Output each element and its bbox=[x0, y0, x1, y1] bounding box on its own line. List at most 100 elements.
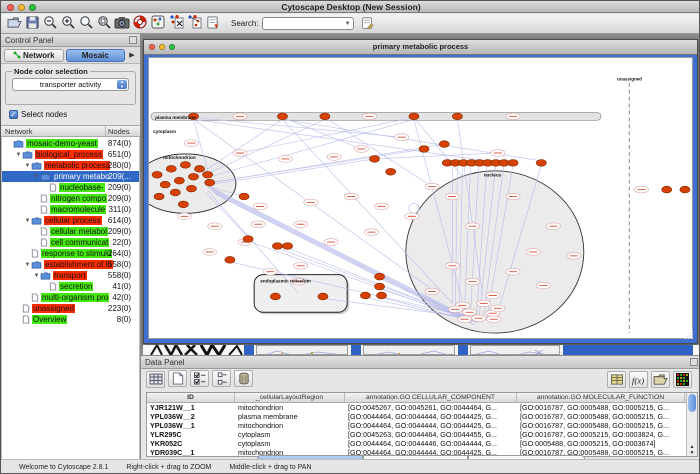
tree-row-nitrogen-compo[interactable]: nitrogen compo209(0) bbox=[2, 193, 139, 204]
unselected-node[interactable] bbox=[253, 203, 267, 210]
selected-node[interactable] bbox=[272, 243, 282, 250]
unselected-node[interactable] bbox=[177, 213, 191, 220]
selected-node[interactable] bbox=[452, 113, 462, 120]
network-graph[interactable]: plasma membranecytoplasmmitochondrionnuc… bbox=[149, 58, 692, 338]
tree-row-primary-metabo[interactable]: ▼primary metabo209(... bbox=[2, 171, 139, 182]
selected-node[interactable] bbox=[320, 113, 330, 120]
unselected-node[interactable] bbox=[294, 221, 308, 228]
search-input[interactable]: ▼ bbox=[262, 17, 354, 30]
selected-node[interactable] bbox=[180, 161, 190, 168]
selected-node[interactable] bbox=[282, 243, 292, 250]
unselected-node[interactable] bbox=[506, 193, 520, 200]
matrix-icon[interactable] bbox=[607, 371, 626, 388]
selected-node[interactable] bbox=[369, 156, 379, 163]
unselected-node[interactable] bbox=[477, 300, 491, 307]
table-row[interactable]: YKR052Ccytoplasm[GO:0044464, GO:0044446,… bbox=[147, 439, 686, 448]
unselected-node[interactable] bbox=[251, 221, 265, 228]
help-icon[interactable] bbox=[131, 14, 149, 30]
tree-row-metabolic-process[interactable]: ▼metabolic process280(0) bbox=[2, 160, 139, 171]
zoom-in-icon[interactable] bbox=[59, 14, 77, 30]
selected-node[interactable] bbox=[374, 273, 384, 280]
vizmapper-icon[interactable] bbox=[149, 14, 167, 30]
selected-node[interactable] bbox=[499, 160, 509, 167]
unselected-node[interactable] bbox=[184, 140, 198, 147]
zoom-selected-icon[interactable] bbox=[95, 14, 113, 30]
unselected-node[interactable] bbox=[344, 193, 358, 200]
unselected-node[interactable] bbox=[506, 113, 520, 120]
unselected-node[interactable] bbox=[465, 223, 479, 230]
edge[interactable] bbox=[202, 119, 283, 172]
network-view-titlebar[interactable]: primary metabolic process bbox=[144, 40, 697, 55]
save-icon[interactable] bbox=[23, 14, 41, 30]
selected-node[interactable] bbox=[160, 181, 170, 188]
column-header-1[interactable]: _cellularLayoutRegion bbox=[235, 393, 345, 402]
unselected-node[interactable] bbox=[294, 262, 308, 269]
float-panel-icon[interactable] bbox=[129, 36, 137, 44]
nodes-column-header[interactable]: Nodes bbox=[106, 126, 140, 136]
selected-node[interactable] bbox=[508, 160, 518, 167]
edge[interactable] bbox=[206, 119, 325, 174]
tree-row-nucleobase-[interactable]: nucleobase-209(0) bbox=[2, 182, 139, 193]
column-header-3[interactable]: annotation.GO MOLECULAR_FUNCTION bbox=[517, 393, 685, 402]
unselected-node[interactable] bbox=[491, 305, 505, 312]
selected-node[interactable] bbox=[386, 168, 396, 175]
column-header-0[interactable]: ID bbox=[147, 393, 235, 402]
table-row[interactable]: YJR121W__1mitochondrion[GO:0045267, GO:0… bbox=[147, 403, 686, 412]
selected-node[interactable] bbox=[662, 186, 672, 193]
selected-node[interactable] bbox=[419, 146, 429, 153]
tree-row-unassigned[interactable]: unassigned223(0) bbox=[2, 303, 139, 314]
search-config-icon[interactable] bbox=[359, 16, 377, 32]
tree-row-secretion[interactable]: secretion41(0) bbox=[2, 281, 139, 292]
unselected-node[interactable] bbox=[263, 268, 277, 275]
new-attribute-icon[interactable] bbox=[168, 370, 187, 387]
node-color-dropdown[interactable]: transporter activity ▲▼ bbox=[12, 78, 129, 91]
filter-icon[interactable] bbox=[203, 14, 221, 30]
selected-node[interactable] bbox=[409, 113, 419, 120]
tree-row-transport[interactable]: ▼transport558(0) bbox=[2, 270, 139, 281]
unselected-node[interactable] bbox=[486, 292, 500, 299]
unselected-node[interactable] bbox=[233, 150, 247, 157]
unselected-node[interactable] bbox=[634, 186, 648, 193]
attribute-table-icon[interactable] bbox=[146, 371, 165, 388]
tab-overflow-icon[interactable]: ▶ bbox=[127, 51, 137, 59]
selected-node[interactable] bbox=[439, 141, 449, 148]
select-attributes-icon[interactable] bbox=[190, 370, 209, 387]
selected-node[interactable] bbox=[243, 236, 253, 243]
unselected-node[interactable] bbox=[462, 309, 476, 316]
selected-node[interactable] bbox=[377, 292, 387, 299]
expand-icon[interactable]: ▼ bbox=[24, 218, 31, 224]
selected-node[interactable] bbox=[374, 283, 384, 290]
window-titlebar[interactable]: Cytoscape Desktop (New Session) bbox=[1, 1, 700, 13]
delete-attribute-icon[interactable] bbox=[234, 370, 253, 387]
unselected-node[interactable] bbox=[374, 203, 388, 210]
unselected-node[interactable] bbox=[405, 213, 419, 220]
tree-row-macromolecule[interactable]: macromolecule311(0) bbox=[2, 204, 139, 215]
network-view-window[interactable]: primary metabolic process plasma membran… bbox=[143, 39, 698, 344]
expand-icon[interactable]: ▼ bbox=[24, 262, 31, 268]
table-row[interactable]: YPL036W__2plasma membrane[GO:0044464, GO… bbox=[147, 412, 686, 421]
selected-node[interactable] bbox=[178, 201, 188, 208]
tree-row-multi-organism-pro[interactable]: multi-organism pro42(0) bbox=[2, 292, 139, 303]
layout-network-icon[interactable] bbox=[167, 14, 185, 30]
tree-row-overview[interactable]: Overview8(0) bbox=[2, 314, 139, 325]
zoom-out-icon[interactable] bbox=[41, 14, 59, 30]
selected-node[interactable] bbox=[170, 189, 180, 196]
unselected-node[interactable] bbox=[425, 288, 439, 295]
tree-row-mosaic-demo-yeast[interactable]: mosaic-demo-yeast874(0) bbox=[2, 138, 139, 149]
unselected-node[interactable] bbox=[546, 223, 560, 230]
open-file-icon[interactable] bbox=[5, 14, 23, 30]
heatmap-icon[interactable] bbox=[673, 371, 692, 388]
layout-selected-icon[interactable] bbox=[185, 14, 203, 30]
unselected-node[interactable] bbox=[304, 199, 318, 206]
selected-node[interactable] bbox=[205, 179, 215, 186]
edge[interactable] bbox=[210, 119, 414, 176]
column-header-2[interactable]: annotation.GO CELLULAR_COMPONENT bbox=[345, 393, 517, 402]
chevron-down-icon[interactable]: ▼ bbox=[345, 21, 351, 27]
unselected-node[interactable] bbox=[203, 249, 217, 256]
unselect-attributes-icon[interactable] bbox=[212, 370, 231, 387]
unselected-node[interactable] bbox=[465, 278, 479, 285]
select-nodes-checkbox[interactable]: ✓ bbox=[9, 110, 18, 119]
unselected-node[interactable] bbox=[448, 306, 462, 313]
unselected-node[interactable] bbox=[354, 146, 368, 153]
unselected-node[interactable] bbox=[491, 150, 505, 157]
